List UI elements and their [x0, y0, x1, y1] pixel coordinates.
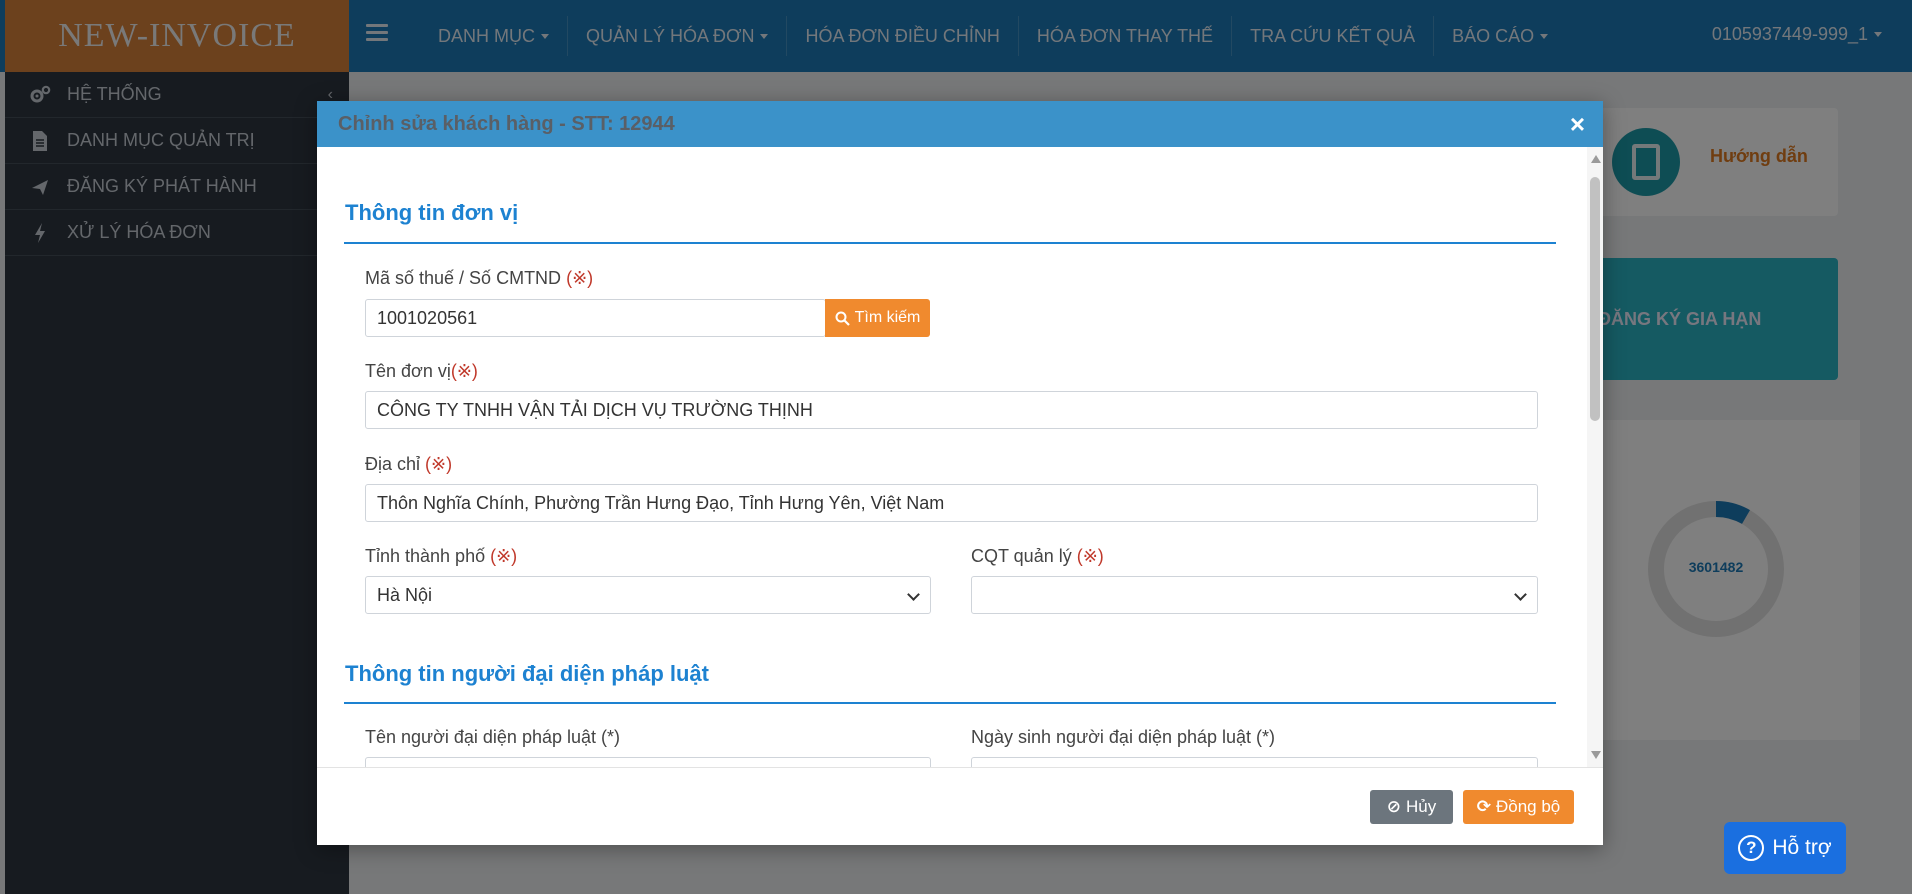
question-icon: ?: [1738, 835, 1765, 861]
edit-customer-modal: Chỉnh sửa khách hàng - STT: 12944 × Thôn…: [317, 101, 1603, 845]
unit-name-input[interactable]: CÔNG TY TNHH VẬN TẢI DỊCH VỤ TRƯỜNG THỊN…: [365, 391, 1538, 429]
tax-code-input[interactable]: 1001020561: [365, 299, 826, 337]
modal-title: Chỉnh sửa khách hàng - STT: 12944: [338, 112, 675, 135]
scroll-thumb[interactable]: [1590, 177, 1600, 421]
scroll-down-arrow-icon[interactable]: [1591, 751, 1601, 759]
close-icon[interactable]: ×: [1570, 111, 1585, 137]
unit-name-label: Tên đơn vị(※): [365, 361, 478, 381]
modal-body: Thông tin đơn vị Mã số thuế / Số CMTND (…: [317, 147, 1603, 767]
modal-scrollbar[interactable]: [1587, 147, 1603, 767]
search-icon: [835, 311, 850, 326]
refresh-icon: ⟳: [1476, 797, 1491, 816]
address-label: Địa chỉ (※): [365, 454, 453, 474]
tax-office-label: CQT quản lý (※): [971, 546, 1104, 566]
address-input[interactable]: Thôn Nghĩa Chính, Phường Trần Hưng Đạo, …: [365, 484, 1538, 522]
province-label: Tỉnh thành phố (※): [365, 546, 518, 566]
modal-header: Chỉnh sửa khách hàng - STT: 12944 ×: [317, 101, 1603, 147]
search-button[interactable]: Tìm kiếm: [825, 299, 930, 337]
rep-dob-label: Ngày sinh người đại diện pháp luật (*): [971, 727, 1276, 747]
rep-name-input[interactable]: [365, 757, 931, 767]
rep-name-label: Tên người đại diện pháp luật (*): [365, 727, 621, 747]
section-title-legal-rep: Thông tin người đại diện pháp luật: [345, 661, 709, 686]
province-select[interactable]: Hà Nội: [365, 576, 931, 614]
rep-dob-input[interactable]: [971, 757, 1538, 767]
ban-icon: ⊘: [1386, 797, 1401, 816]
chevron-down-icon: [907, 588, 920, 601]
section-divider: [344, 242, 1556, 244]
modal-footer: ⊘ Hủy ⟳ Đồng bộ: [317, 767, 1603, 845]
support-button[interactable]: ? Hỗ trợ: [1724, 822, 1846, 874]
sync-button[interactable]: ⟳ Đồng bộ: [1463, 790, 1574, 824]
tax-code-label: Mã số thuế / Số CMTND (※): [365, 268, 594, 288]
cancel-button[interactable]: ⊘ Hủy: [1370, 790, 1453, 824]
chevron-down-icon: [1514, 588, 1527, 601]
section-divider: [344, 702, 1556, 704]
tax-office-select[interactable]: [971, 576, 1538, 614]
scroll-up-arrow-icon[interactable]: [1591, 155, 1601, 163]
section-title-unit-info: Thông tin đơn vị: [345, 200, 519, 225]
